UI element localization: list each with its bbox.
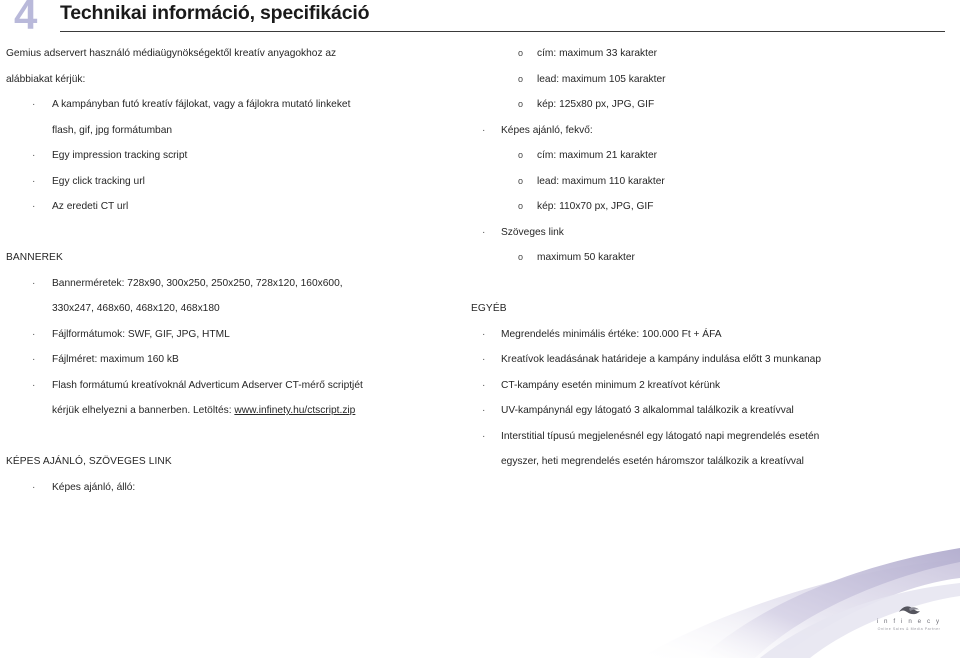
dot-bullet-icon: · [32, 175, 36, 187]
list-item: · Egy impression tracking script [0, 143, 470, 169]
dot-bullet-icon: · [32, 481, 36, 493]
list-item-label: Kreatívok leadásának határideje a kampán… [501, 354, 821, 365]
list-item: · Interstitial típusú megjelenésnél egy … [465, 424, 960, 450]
circle-bullet-icon: o [518, 73, 524, 84]
document-page: 4 Technikai információ, specifikáció Gem… [0, 0, 960, 658]
dot-bullet-icon: · [482, 124, 486, 136]
circle-bullet-icon: o [518, 150, 524, 160]
dot-bullet-icon: · [482, 328, 486, 340]
circle-bullet-icon: o [518, 252, 524, 262]
sub-list-item-label: lead: maximum 110 karakter [537, 175, 665, 187]
header-divider [60, 31, 945, 32]
list-item-label: Interstitial típusú megjelenésnél egy lá… [501, 430, 820, 442]
dot-bullet-icon: · [482, 430, 486, 442]
sub-list-item: o kép: 125x80 px, JPG, GIF [465, 92, 960, 118]
dot-bullet-icon: · [32, 277, 36, 289]
ctscript-download-link[interactable]: www.infinety.hu/ctscript.zip [234, 405, 355, 416]
dot-bullet-icon: · [32, 354, 36, 365]
logo-wordmark: i n f i n e c y [876, 618, 942, 625]
list-item-label: Szöveges link [501, 226, 564, 238]
dot-bullet-icon: · [482, 226, 486, 238]
sub-list-item-label: maximum 50 karakter [537, 252, 635, 263]
list-item-label: Megrendelés minimális értéke: 100.000 Ft… [501, 328, 722, 340]
list-item-continuation: egyszer, heti megrendelés esetén háromsz… [501, 456, 804, 467]
sub-list-item-label: kép: 125x80 px, JPG, GIF [537, 99, 655, 110]
dot-bullet-icon: · [482, 405, 486, 416]
sub-list-item-label: cím: maximum 21 karakter [537, 150, 658, 161]
section-heading-kepes-ajanlo: KÉPES AJÁNLÓ, SZÖVEGES LINK [6, 456, 172, 467]
section-number: 4 [14, 0, 37, 38]
list-item: · Flash formátumú kreatívoknál Adverticu… [0, 373, 470, 399]
list-item: · A kampányban futó kreatív fájlokat, va… [0, 92, 470, 118]
list-item-label: Fájlméret: maximum 160 kB [52, 354, 179, 365]
dot-bullet-icon: · [32, 150, 36, 161]
infinecy-bird-icon [899, 606, 920, 615]
dot-bullet-icon: · [32, 201, 36, 212]
list-item-label: Flash formátumú kreatívoknál Adverticum … [52, 379, 363, 391]
page-title: Technikai információ, specifikáció [60, 2, 370, 24]
left-column: Gemius adservert használó médiaügynökség… [0, 41, 470, 500]
sub-list-item: o cím: maximum 33 karakter [465, 41, 960, 67]
company-logo: i n f i n e c y Online Sales & Media Par… [866, 604, 952, 632]
list-item: · CT-kampány esetén minimum 2 kreatívot … [465, 373, 960, 399]
list-item: · Az eredeti CT url [0, 194, 470, 220]
list-item: · Képes ajánló, fekvő: [465, 118, 960, 144]
section-heading-bannerek: BANNEREK [6, 252, 63, 263]
sub-list-item-label: cím: maximum 33 karakter [537, 48, 658, 59]
list-item-label: Az eredeti CT url [52, 201, 129, 212]
circle-bullet-icon: o [518, 99, 524, 109]
circle-bullet-icon: o [518, 201, 524, 211]
list-item-label: Fájlformátumok: SWF, GIF, JPG, HTML [52, 328, 230, 340]
download-instruction-text: kérjük elhelyezni a bannerben. Letöltés: [52, 405, 235, 416]
list-item: · Fájlformátumok: SWF, GIF, JPG, HTML [0, 322, 470, 348]
list-item-label: Bannerméretek: 728x90, 300x250, 250x250,… [52, 277, 343, 289]
intro-line-1: Gemius adservert használó médiaügynökség… [6, 48, 337, 59]
list-item-label: Képes ajánló, álló: [52, 481, 136, 493]
list-item-label: Képes ajánló, fekvő: [501, 124, 593, 136]
intro-line-2: alábbiakat kérjük: [6, 73, 86, 85]
sub-list-item: o lead: maximum 105 karakter [465, 67, 960, 93]
list-item-label: Egy click tracking url [52, 175, 145, 187]
sub-list-item-label: kép: 110x70 px, JPG, GIF [537, 201, 654, 212]
list-item-label: Egy impression tracking script [52, 150, 188, 161]
sub-list-item: o kép: 110x70 px, JPG, GIF [465, 194, 960, 220]
dot-bullet-icon: · [32, 328, 36, 340]
list-item-continuation: flash, gif, jpg formátumban [52, 124, 173, 136]
sub-list-item: o cím: maximum 21 karakter [465, 143, 960, 169]
right-column: o cím: maximum 33 karakter o lead: maxim… [465, 41, 960, 475]
list-item-continuation: 330x247, 468x60, 468x120, 468x180 [52, 303, 220, 314]
list-item: · Képes ajánló, álló: [0, 475, 470, 501]
list-item-continuation: kérjük elhelyezni a bannerben. Letöltés:… [0, 398, 470, 424]
section-heading-egyeb: EGYÉB [471, 303, 507, 314]
dot-bullet-icon: · [32, 99, 36, 110]
list-item: · Kreatívok leadásának határideje a kamp… [465, 347, 960, 373]
logo-tagline: Online Sales & Media Partner [877, 627, 941, 631]
sub-list-item: o maximum 50 karakter [465, 245, 960, 271]
dot-bullet-icon: · [482, 354, 486, 365]
list-item-label: CT-kampány esetén minimum 2 kreatívot ké… [501, 379, 721, 391]
dot-bullet-icon: · [482, 379, 486, 391]
list-item-label: A kampányban futó kreatív fájlokat, vagy… [52, 99, 351, 110]
circle-bullet-icon: o [518, 175, 524, 186]
dot-bullet-icon: · [32, 379, 36, 391]
page-header: 4 Technikai információ, specifikáció [0, 0, 960, 40]
list-item: · Szöveges link [465, 220, 960, 246]
sub-list-item: o lead: maximum 110 karakter [465, 169, 960, 195]
list-item: · Fájlméret: maximum 160 kB [0, 347, 470, 373]
list-item-label: UV-kampánynál egy látogató 3 alkalommal … [501, 405, 794, 416]
circle-bullet-icon: o [518, 48, 524, 58]
list-item: · Bannerméretek: 728x90, 300x250, 250x25… [0, 271, 470, 297]
list-item: · Egy click tracking url [0, 169, 470, 195]
list-item: · UV-kampánynál egy látogató 3 alkalomma… [465, 398, 960, 424]
list-item: · Megrendelés minimális értéke: 100.000 … [465, 322, 960, 348]
sub-list-item-label: lead: maximum 105 karakter [537, 73, 666, 85]
